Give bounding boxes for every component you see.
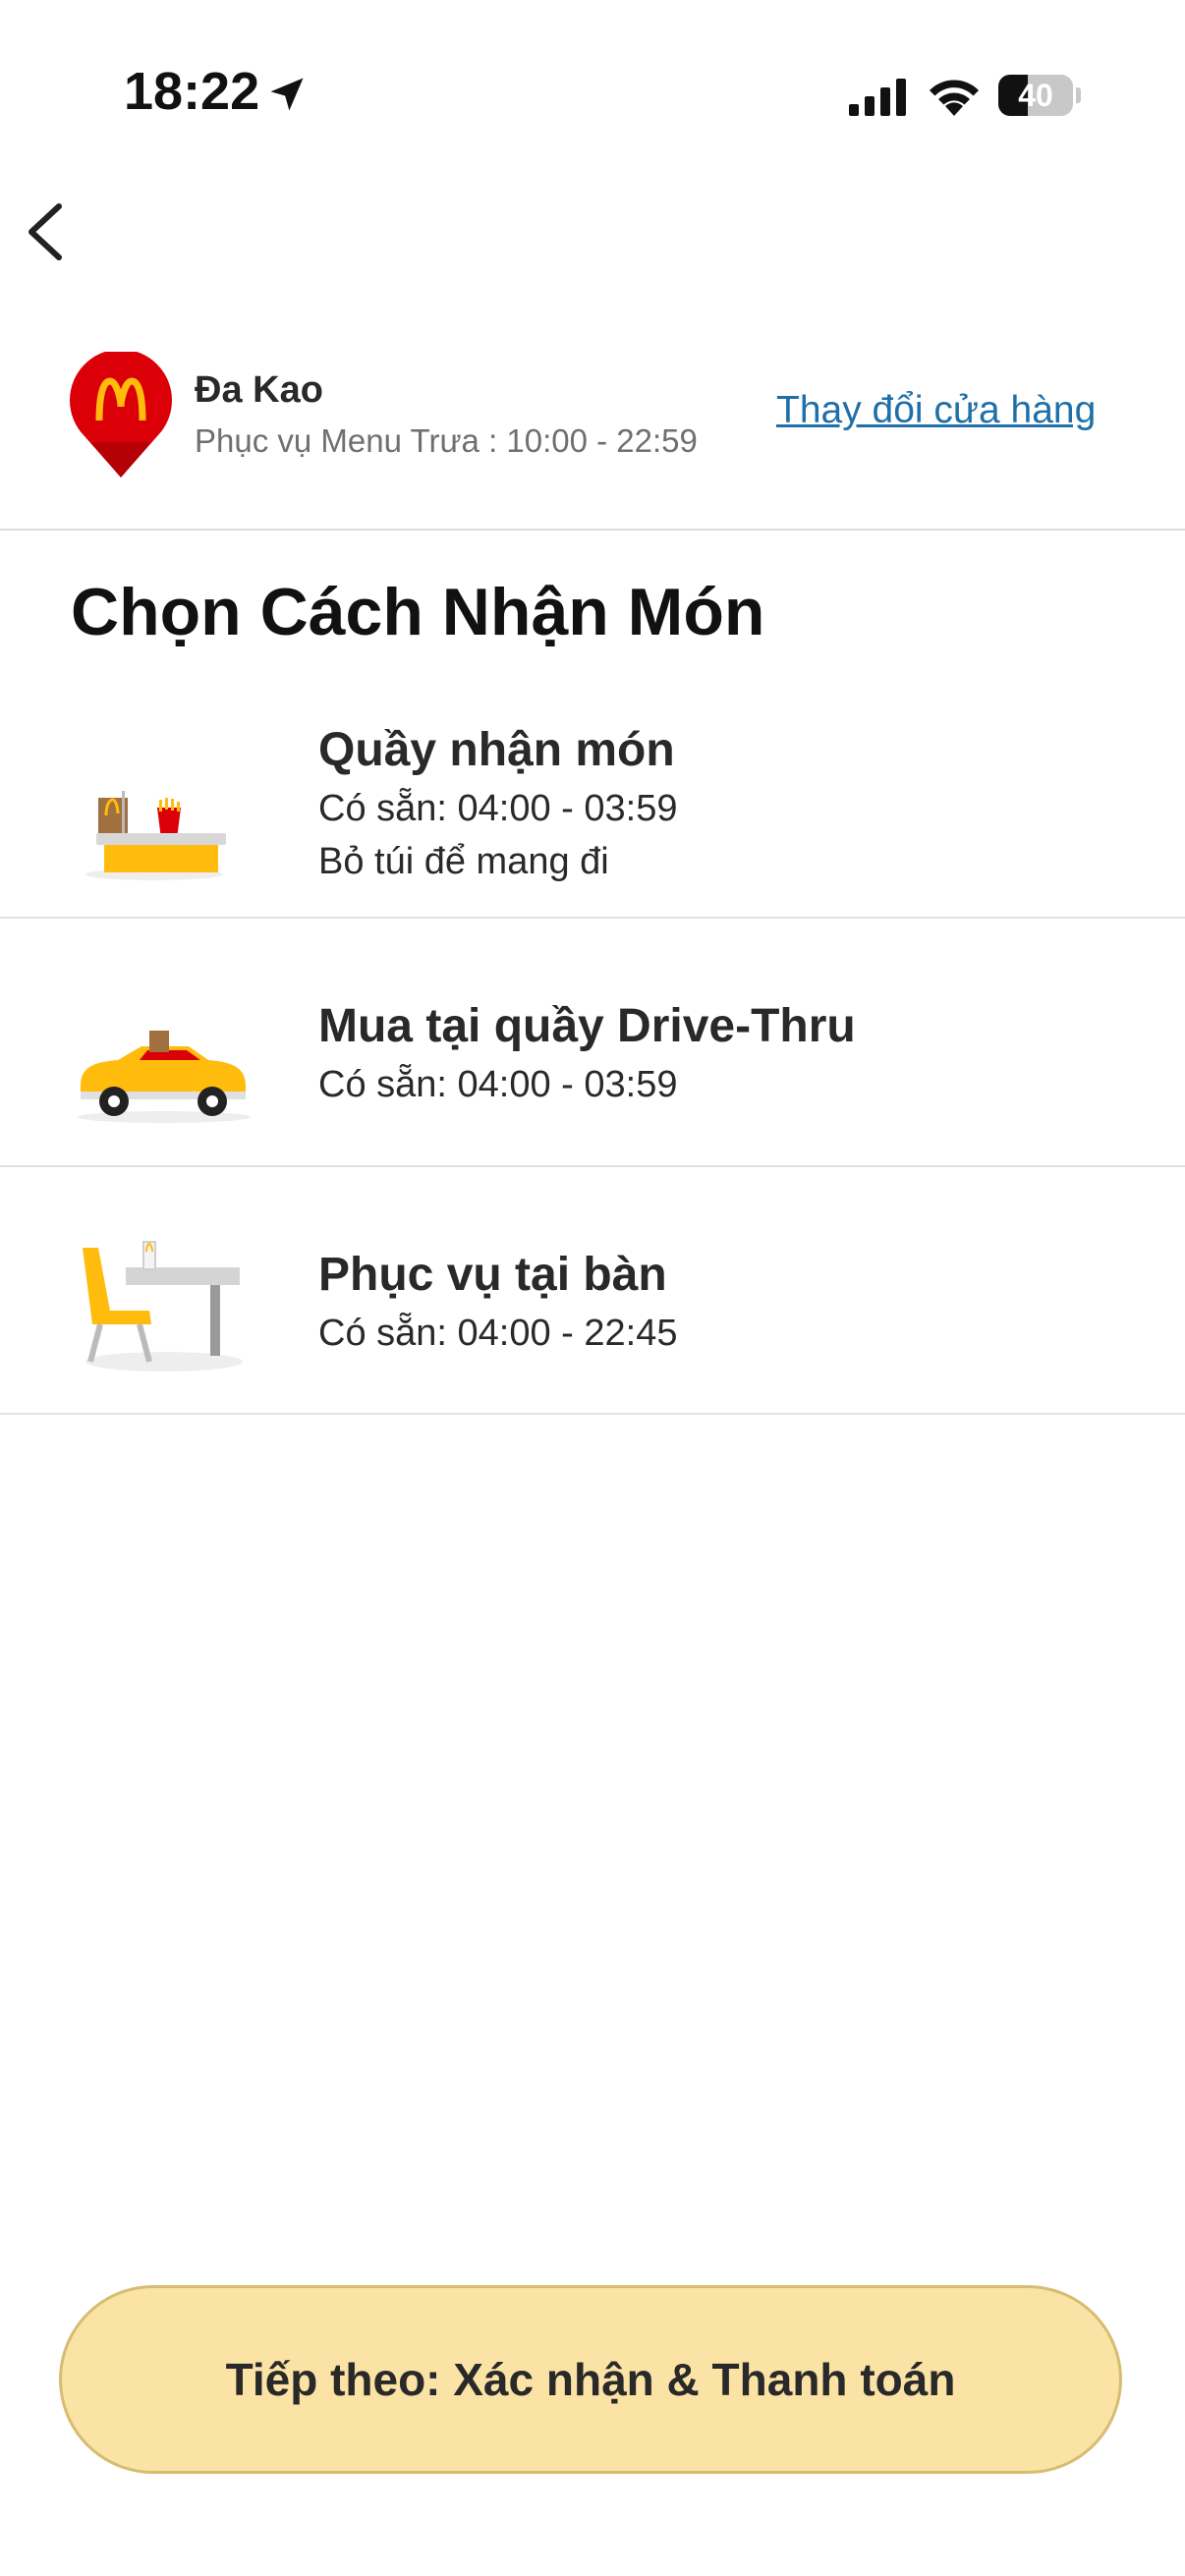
option-availability: Có sẵn: 04:00 - 03:59 — [318, 788, 678, 829]
battery-icon: 40 — [998, 75, 1081, 116]
drive-thru-car-icon — [78, 1031, 251, 1123]
option-title: Phục vụ tại bàn — [318, 1249, 667, 1301]
mcdonalds-pin-icon — [70, 352, 172, 477]
option-availability: Có sẵn: 04:00 - 03:59 — [318, 1064, 678, 1105]
change-store-link[interactable]: Thay đổi cửa hàng — [776, 389, 1096, 432]
option-table-service[interactable]: Phục vụ tại bàn Có sẵn: 04:00 - 22:45 — [0, 1167, 1185, 1415]
divider — [0, 529, 1185, 531]
cellular-signal-icon — [849, 79, 906, 116]
page-title: Chọn Cách Nhận Món — [71, 575, 765, 649]
option-note: Bỏ túi để mang đi — [318, 841, 609, 882]
option-drive-thru[interactable]: Mua tại quầy Drive-Thru Có sẵn: 04:00 - … — [0, 919, 1185, 1167]
store-name: Đa Kao — [195, 369, 323, 411]
option-title: Quầy nhận món — [318, 724, 675, 776]
battery-level: 40 — [1018, 78, 1053, 113]
option-counter-pickup[interactable]: Quầy nhận món Có sẵn: 04:00 - 03:59 Bỏ t… — [0, 688, 1185, 919]
divider — [0, 1413, 1185, 1415]
counter-pickup-icon — [85, 791, 226, 880]
store-hours: Phục vụ Menu Trưa : 10:00 - 22:59 — [195, 422, 698, 459]
table-service-icon — [83, 1241, 243, 1372]
location-arrow-icon — [270, 78, 304, 111]
status-time: 18:22 — [124, 62, 260, 121]
back-button[interactable] — [18, 196, 81, 267]
chevron-left-icon — [28, 203, 62, 260]
option-availability: Có sẵn: 04:00 - 22:45 — [318, 1313, 678, 1354]
wifi-icon — [930, 80, 979, 116]
next-button-label: Tiếp theo: Xác nhận & Thanh toán — [225, 2354, 956, 2405]
next-confirm-payment-button[interactable]: Tiếp theo: Xác nhận & Thanh toán — [59, 2285, 1122, 2474]
option-title: Mua tại quầy Drive-Thru — [318, 1000, 856, 1052]
